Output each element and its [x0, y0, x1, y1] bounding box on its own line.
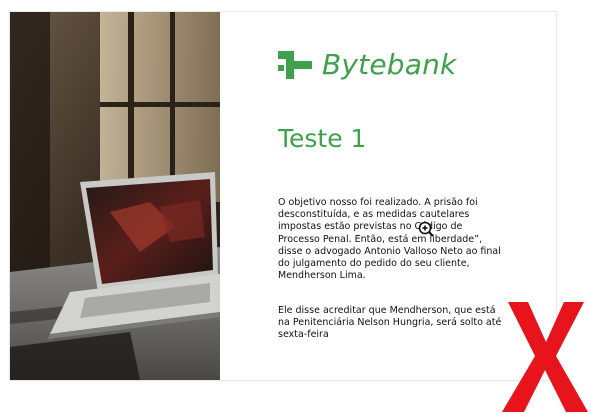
zoom-in-cursor-icon — [418, 221, 434, 237]
bytebank-logo-icon — [278, 50, 312, 79]
brand-name: Bytebank — [322, 48, 457, 81]
red-x-mark-icon — [502, 302, 588, 412]
screen: Bytebank Teste 1 O objetivo nosso foi re… — [0, 0, 590, 414]
paragraph-2: Ele disse acreditar que Mendherson, que … — [278, 305, 502, 341]
slide-card[interactable]: Bytebank Teste 1 O objetivo nosso foi re… — [10, 12, 556, 380]
laptop-photo — [10, 12, 220, 380]
slide-content: Bytebank Teste 1 O objetivo nosso foi re… — [278, 12, 538, 380]
paragraph-1: O objetivo nosso foi realizado. A prisão… — [278, 197, 501, 282]
brand-header: Bytebank — [278, 48, 456, 81]
slide-title: Teste 1 — [278, 124, 367, 153]
